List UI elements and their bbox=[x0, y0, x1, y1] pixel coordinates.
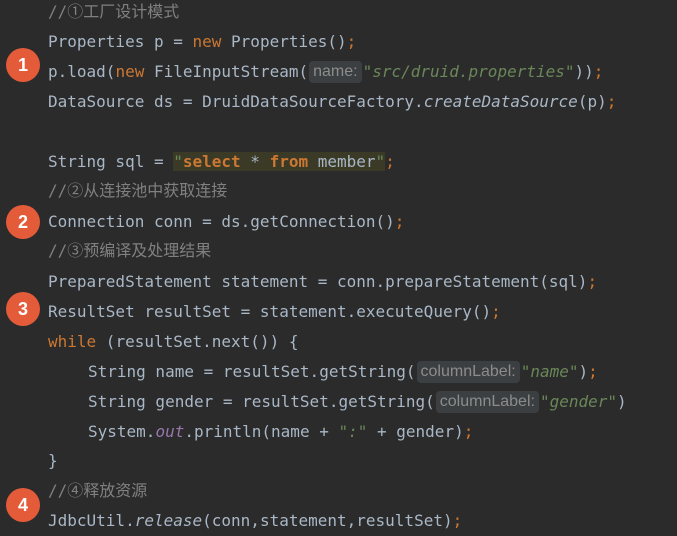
comment-factory: //①工厂设计模式 bbox=[48, 2, 180, 21]
code-editor[interactable]: //①工厂设计模式 Properties p = new Properties(… bbox=[0, 0, 677, 531]
code-line-connection[interactable]: Connection conn = ds.getConnection(); bbox=[48, 207, 404, 237]
comment-release: //④释放资源 bbox=[48, 481, 148, 500]
param-hint: name: bbox=[309, 61, 362, 83]
step-badge-4: 4 bbox=[6, 488, 40, 522]
code-line-properties[interactable]: Properties p = new Properties(); bbox=[48, 27, 356, 57]
param-hint: columnLabel: bbox=[435, 391, 539, 413]
code-line-get-gender[interactable]: String gender = resultSet.getString(colu… bbox=[88, 387, 627, 417]
code-line-sql[interactable]: String sql = "select * from member"; bbox=[48, 147, 395, 177]
code-line-close-brace[interactable]: } bbox=[48, 446, 58, 476]
sql-string: "select * from member" bbox=[173, 152, 386, 171]
comment-get-connection: //②从连接池中获取连接 bbox=[48, 181, 228, 200]
step-badge-2: 2 bbox=[6, 205, 40, 239]
code-line-release[interactable]: JdbcUtil.release(conn,statement,resultSe… bbox=[48, 506, 462, 536]
code-line-load[interactable]: p.load(new FileInputStream(name: "src/dru… bbox=[48, 57, 603, 87]
comment-precompile: //③预编译及处理结果 bbox=[48, 241, 212, 260]
code-line-prepared-statement[interactable]: PreparedStatement statement = conn.prepa… bbox=[48, 267, 597, 297]
code-line-println[interactable]: System.out.println(name + ":" + gender); bbox=[88, 417, 473, 447]
step-badge-1: 1 bbox=[6, 48, 40, 82]
code-line-resultset[interactable]: ResultSet resultSet = statement.executeQ… bbox=[48, 297, 501, 327]
code-line-datasource[interactable]: DataSource ds = DruidDataSourceFactory.c… bbox=[48, 87, 616, 117]
step-badge-3: 3 bbox=[6, 292, 40, 326]
code-line-get-name[interactable]: String name = resultSet.getString(column… bbox=[88, 357, 598, 387]
param-hint: columnLabel: bbox=[416, 361, 520, 383]
code-line-while[interactable]: while (resultSet.next()) { bbox=[48, 327, 298, 357]
